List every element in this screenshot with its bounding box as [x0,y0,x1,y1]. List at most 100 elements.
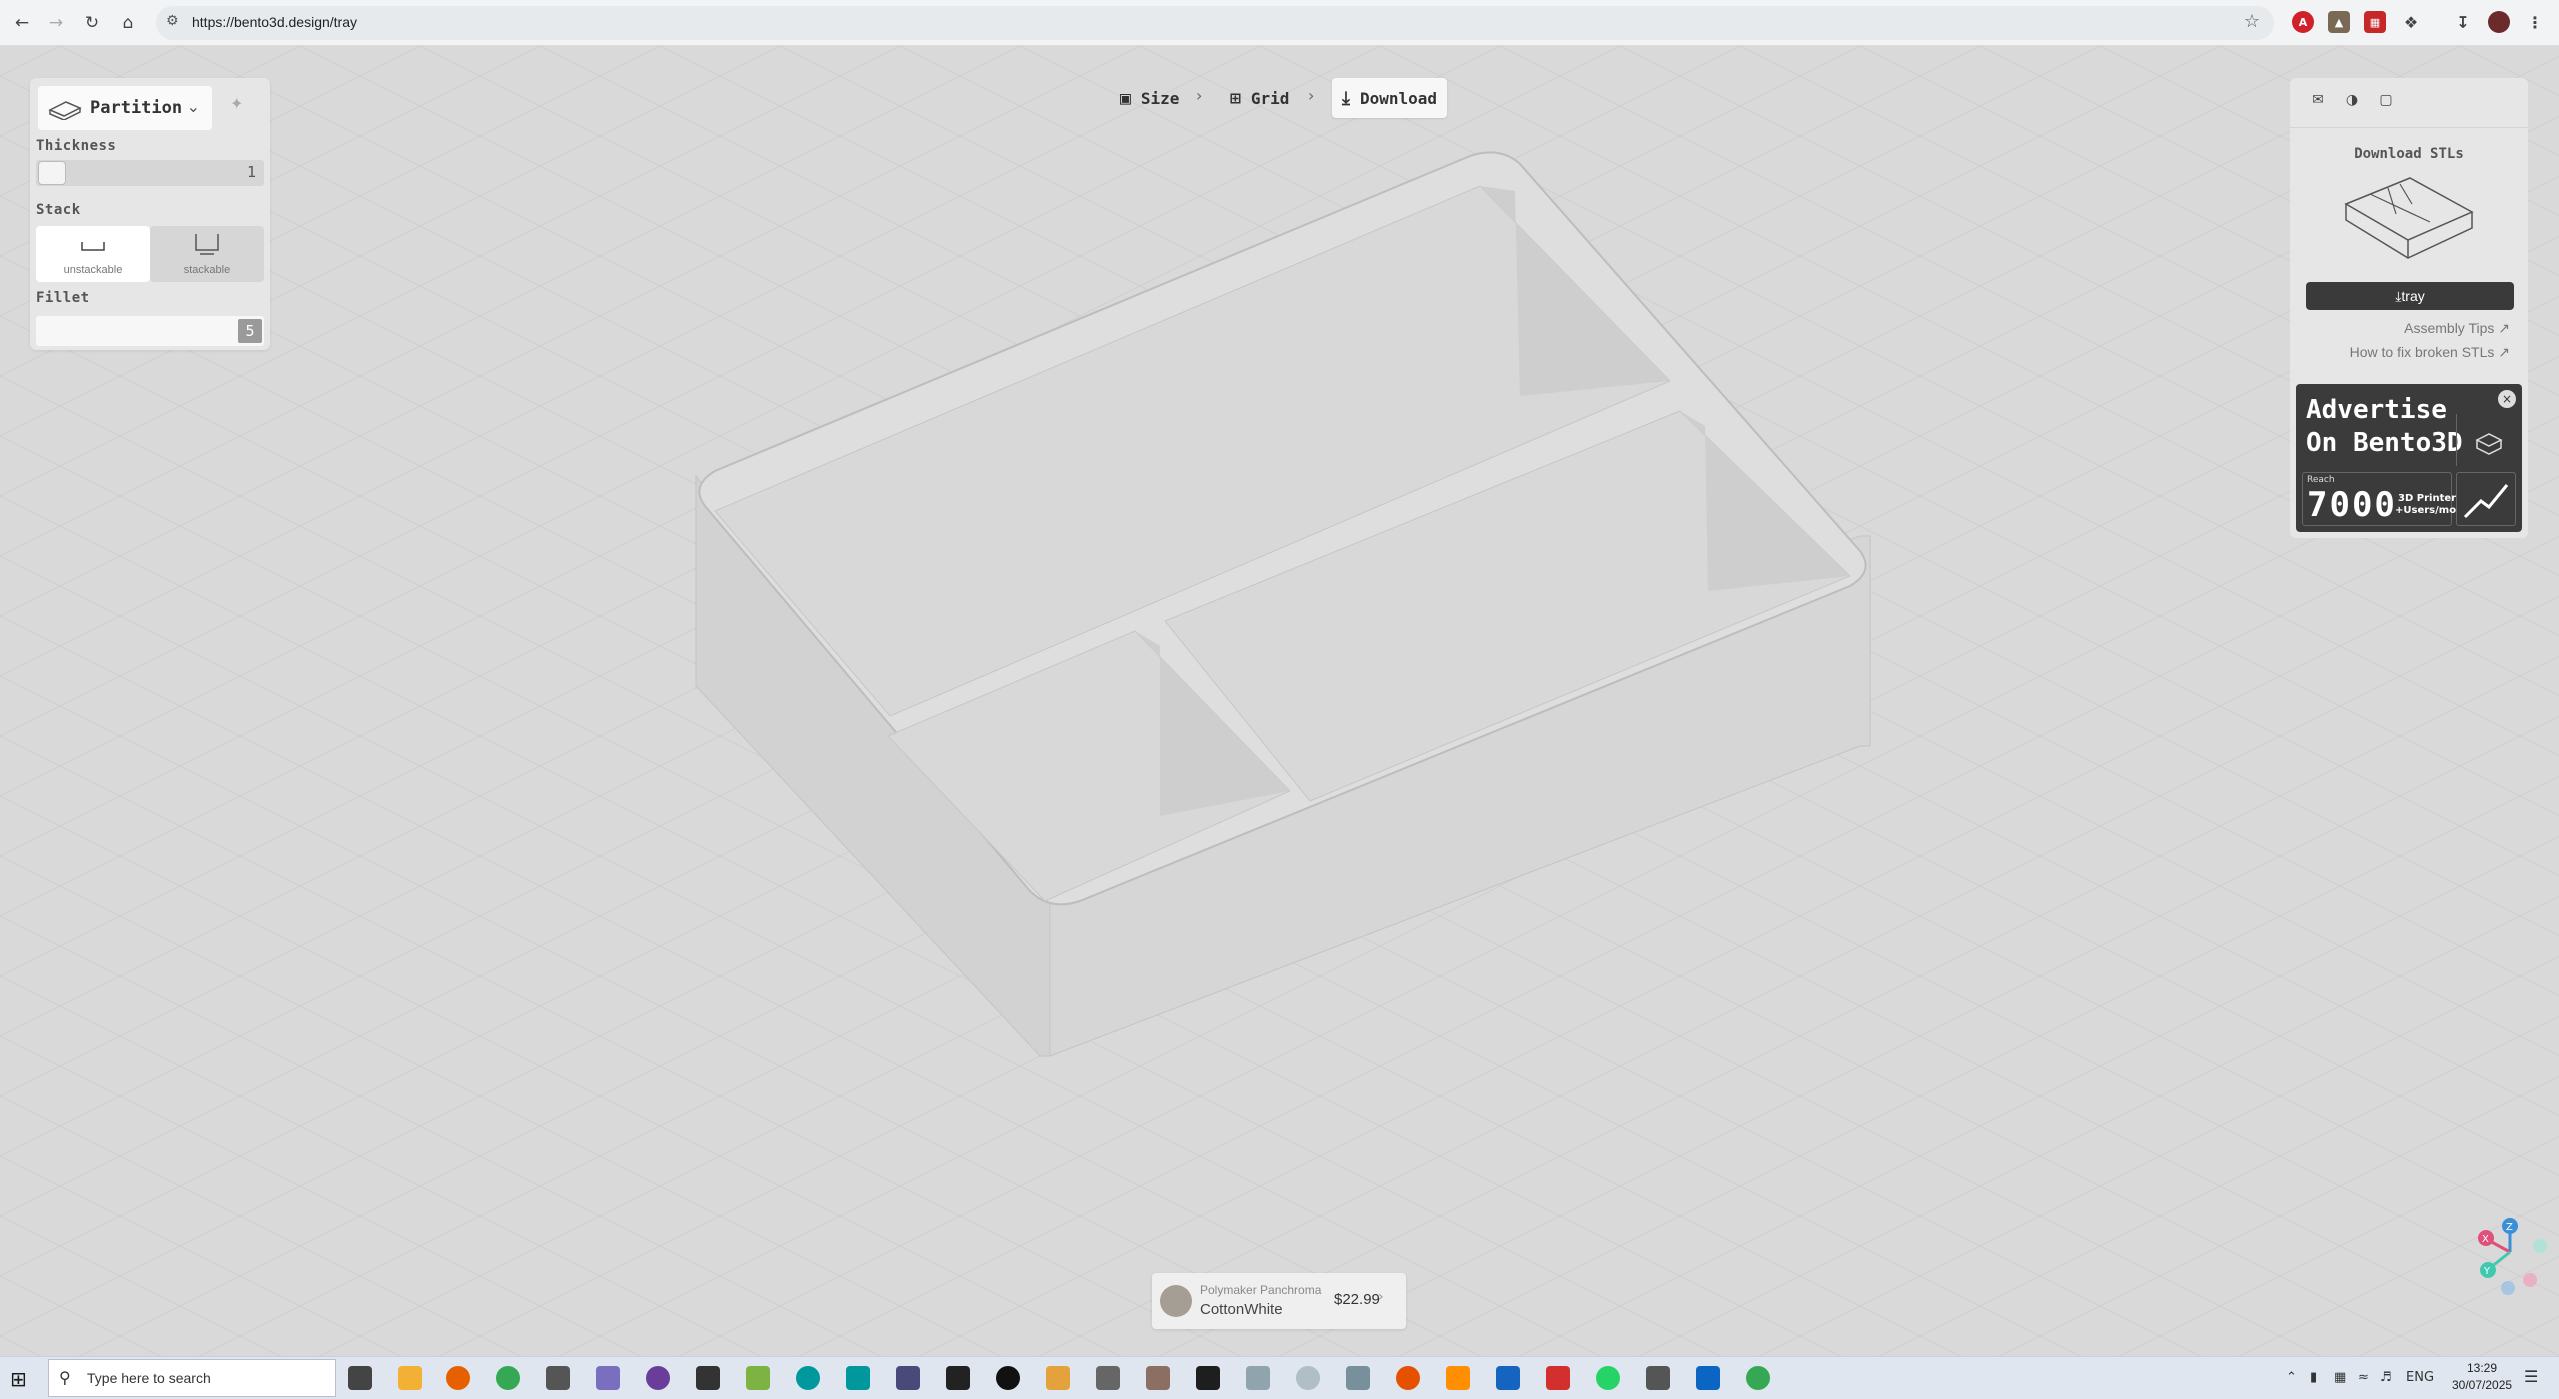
windows-start-icon[interactable]: ⊞ [10,1367,27,1391]
app-icon[interactable] [1096,1366,1120,1390]
tray-preview-icon [2344,177,2474,259]
ad-title: Advertise On Bento3D [2306,395,2463,458]
browser-toolbar: ← → ↻ ⌂ ⚙ https://bento3d.design/tray ☆ … [0,0,2559,46]
back-icon[interactable]: ← [8,9,36,37]
part-select-label: Partition [90,98,183,118]
part-select-dropdown[interactable]: Partition ⌄ [38,86,212,130]
extension-icon[interactable]: ▲ [2328,11,2350,33]
windows-taskbar: ⊞ ⚲ Type here to search ⌃ ▮ ▦ ≈ ♬ ENG 13… [0,1356,2559,1399]
task-view-icon[interactable] [348,1366,372,1390]
close-icon[interactable]: × [2498,390,2516,408]
url-text[interactable]: https://bento3d.design/tray [192,14,357,30]
thickness-value: 1 [246,163,256,181]
search-icon: ⚲ [59,1368,71,1387]
taskbar-clock[interactable]: 13:29 30/07/2025 [2452,1360,2512,1394]
file-explorer-icon[interactable] [398,1366,422,1390]
bookmark-star-icon[interactable]: ☆ [2244,11,2260,32]
trend-chart-icon [2456,472,2516,526]
app-icon[interactable] [1396,1366,1420,1390]
browser-menu-icon[interactable]: ⋮ [2524,11,2546,33]
filament-icon[interactable]: ◑ [2340,92,2364,114]
fix-broken-stls-link[interactable]: How to fix broken STLs ↗ [2350,344,2510,361]
adblock-extension-icon[interactable]: A [2292,11,2314,33]
forward-icon[interactable]: → [42,9,70,37]
language-indicator[interactable]: ENG [2406,1370,2434,1385]
clock-time: 13:29 [2466,1361,2498,1375]
step-size-label: Size [1140,88,1180,108]
chrome-icon[interactable] [496,1366,520,1390]
chevron-down-icon: ⌄ [186,97,200,116]
stack-option-unstackable[interactable]: unstackable [36,226,150,282]
gizmo-neg-x-icon[interactable] [2523,1273,2537,1287]
chevron-up-icon[interactable]: ⌃ [2286,1370,2297,1385]
app-icon[interactable] [1046,1366,1070,1390]
window-icon[interactable]: ▢ [2374,92,2398,114]
viewport-canvas[interactable]: Z X Y [0,46,2559,1356]
pin-icon[interactable]: ✦ [230,94,243,113]
volume-icon[interactable]: ♬ [2380,1370,2392,1385]
app-icon[interactable] [1346,1366,1370,1390]
stack-option-label: stackable [183,264,231,276]
thickness-slider-handle[interactable] [38,161,66,185]
gizmo-neg-z-icon[interactable] [2501,1281,2515,1295]
taskbar-search-box[interactable]: ⚲ Type here to search [48,1359,336,1397]
app-icon[interactable] [946,1366,970,1390]
app-icon[interactable] [1146,1366,1170,1390]
panel-tabs: ✉ ◑ ▢ [2290,78,2528,128]
app-icon[interactable] [1646,1366,1670,1390]
wifi-icon[interactable]: ≈ [2358,1370,2369,1385]
comment-icon[interactable]: ✉ [2306,92,2330,114]
fillet-input[interactable]: 5 [36,316,264,346]
app-icon[interactable] [696,1366,720,1390]
app-icon[interactable] [1546,1366,1570,1390]
step-size[interactable]: ▣ Size [1110,78,1189,118]
app-icon[interactable] [996,1366,1020,1390]
download-tray-button[interactable]: ⤓tray [2306,282,2514,310]
terminal-icon[interactable] [1196,1366,1220,1390]
arduino-icon[interactable] [796,1366,820,1390]
tray-icon[interactable]: ▮ [2310,1370,2317,1385]
home-icon[interactable]: ⌂ [114,9,142,37]
step-grid[interactable]: ⊞ Grid [1220,78,1299,118]
extensions-puzzle-icon[interactable]: ❖ [2400,11,2422,33]
app-icon[interactable] [846,1366,870,1390]
app-icon[interactable] [1496,1366,1520,1390]
step-download[interactable]: ⤓ Download [1332,78,1448,118]
thickness-slider[interactable]: 1 [36,160,264,186]
firefox-icon[interactable] [446,1366,470,1390]
assembly-tips-link[interactable]: Assembly Tips ↗ [2404,320,2510,337]
app-icon[interactable] [646,1366,670,1390]
fillet-value[interactable]: 5 [238,319,262,343]
address-bar[interactable]: ⚙ https://bento3d.design/tray ☆ [156,6,2274,40]
whatsapp-icon[interactable] [1596,1366,1620,1390]
assembly-tips-label: Assembly Tips [2404,320,2495,336]
gizmo-neg-y-icon[interactable] [2533,1239,2547,1253]
notifications-icon[interactable]: ☰ [2524,1367,2538,1386]
downloads-icon[interactable]: ↧ [2452,11,2474,33]
chevron-right-icon: › [1308,86,1315,105]
app-icon[interactable] [746,1366,770,1390]
stack-toggle: unstackable stackable [36,226,264,282]
advertise-banner[interactable]: Advertise On Bento3D × Reach 7000 3D Pri… [2296,384,2522,532]
app-icon[interactable] [896,1366,920,1390]
gizmo-z-label: Z [2506,1222,2513,1233]
cube-icon [2456,414,2516,466]
app-icon[interactable] [1696,1366,1720,1390]
app-icon[interactable] [1246,1366,1270,1390]
chrome-icon[interactable] [1746,1366,1770,1390]
3d-viewport[interactable]: Z X Y [0,46,2559,1356]
reload-icon[interactable]: ↻ [78,9,106,37]
app-icon[interactable] [546,1366,570,1390]
app-icon[interactable] [1296,1366,1320,1390]
tray-icon[interactable]: ▦ [2334,1370,2346,1385]
pdf-extension-icon[interactable]: ▦ [2364,11,2386,33]
unstackable-icon [81,242,105,251]
gizmo-y-label: Y [2483,1266,2491,1277]
profile-avatar[interactable] [2488,11,2510,33]
stack-option-stackable[interactable]: stackable [150,226,264,282]
filament-card[interactable]: Polymaker Panchroma CottonWhite $22.99 › [1152,1273,1406,1329]
vlc-icon[interactable] [1446,1366,1470,1390]
stackable-icon [195,234,219,255]
app-icon[interactable] [596,1366,620,1390]
site-info-icon[interactable]: ⚙ [166,13,179,29]
